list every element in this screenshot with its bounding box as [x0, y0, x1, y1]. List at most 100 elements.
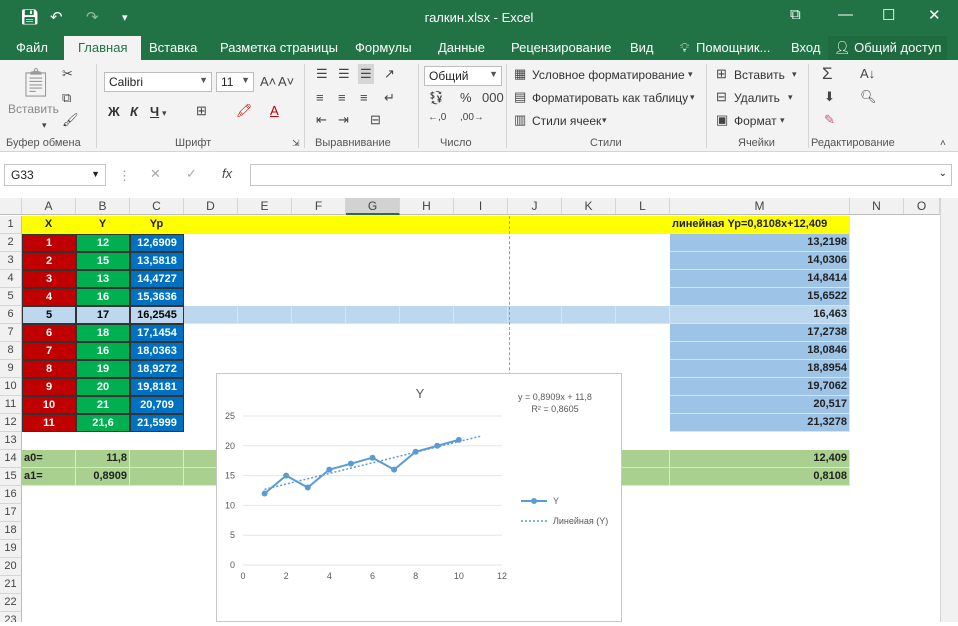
- table-row[interactable]: 4: [22, 288, 76, 306]
- m-a1-value[interactable]: 0,8108: [670, 468, 850, 486]
- header-cell[interactable]: X: [22, 216, 76, 234]
- table-row[interactable]: 13,5818: [130, 252, 184, 270]
- row-header-3[interactable]: 3: [0, 252, 22, 270]
- table-row[interactable]: 12: [76, 234, 130, 252]
- row-header-18[interactable]: 18: [0, 522, 22, 540]
- column-header-i[interactable]: I: [454, 198, 508, 215]
- align-top-icon[interactable]: ☰: [316, 66, 328, 82]
- insert-function-icon[interactable]: fx: [222, 166, 232, 181]
- table-row[interactable]: 12,6909: [130, 234, 184, 252]
- paste-button[interactable]: Вставить: [8, 102, 59, 116]
- row-header-21[interactable]: 21: [0, 576, 22, 594]
- header-cell[interactable]: Y: [76, 216, 130, 234]
- m-value-cell[interactable]: 20,517: [670, 396, 850, 414]
- tab-formulas[interactable]: Формулы: [355, 40, 412, 55]
- table-row[interactable]: 6: [22, 324, 76, 342]
- column-header-b[interactable]: B: [76, 198, 130, 215]
- coef-fill-cell[interactable]: [130, 450, 184, 468]
- confirm-entry-icon[interactable]: ✓: [186, 166, 197, 182]
- column-header-j[interactable]: J: [508, 198, 562, 215]
- format-as-table-button[interactable]: Форматировать как таблицу: [532, 91, 688, 105]
- find-select-icon[interactable]: 🔍︎: [860, 89, 877, 105]
- column-header-g[interactable]: G: [346, 198, 400, 215]
- tab-view[interactable]: Вид: [630, 40, 654, 55]
- italic-button[interactable]: К: [130, 104, 138, 119]
- table-row[interactable]: 21,6: [76, 414, 130, 432]
- clear-icon[interactable]: ✎: [824, 112, 835, 128]
- m-value-cell[interactable]: 17,2738: [670, 324, 850, 342]
- column-header-c[interactable]: C: [130, 198, 184, 215]
- table-row[interactable]: 19,8181: [130, 378, 184, 396]
- row-highlight-cell[interactable]: [346, 306, 400, 324]
- align-center-icon[interactable]: ≡: [338, 90, 346, 105]
- row-header-22[interactable]: 22: [0, 594, 22, 612]
- decrease-font-icon[interactable]: A˅: [278, 74, 294, 89]
- thousands-icon[interactable]: 000: [482, 90, 504, 105]
- share-button[interactable]: 👤︎ Общий доступ: [828, 36, 948, 60]
- header-fill-cell[interactable]: [184, 216, 238, 234]
- tab-data[interactable]: Данные: [438, 40, 485, 55]
- merge-cells-icon[interactable]: ⊟: [370, 112, 381, 128]
- align-left-icon[interactable]: ≡: [316, 90, 324, 105]
- table-row[interactable]: 3: [22, 270, 76, 288]
- table-row[interactable]: 15,3636: [130, 288, 184, 306]
- font-color-icon[interactable]: A: [270, 103, 279, 118]
- insert-cells-button[interactable]: Вставить: [734, 68, 785, 82]
- a0-value[interactable]: 11,8: [76, 450, 130, 468]
- currency-icon[interactable]: 💱︎: [428, 90, 445, 106]
- table-row[interactable]: 7: [22, 342, 76, 360]
- ribbon-display-icon[interactable]: ⧉: [790, 6, 801, 23]
- a0-label[interactable]: a0=: [22, 450, 76, 468]
- table-row[interactable]: 13: [76, 270, 130, 288]
- column-header-f[interactable]: F: [292, 198, 346, 215]
- header-fill-cell[interactable]: [238, 216, 292, 234]
- minimize-icon[interactable]: —: [838, 6, 853, 23]
- font-name-combo[interactable]: Calibri ▼: [104, 72, 212, 92]
- row-header-10[interactable]: 10: [0, 378, 22, 396]
- underline-button[interactable]: Ч: [150, 104, 159, 119]
- table-row[interactable]: 20: [76, 378, 130, 396]
- header-fill-cell[interactable]: [562, 216, 616, 234]
- row-header-14[interactable]: 14: [0, 450, 22, 468]
- table-row[interactable]: 1: [22, 234, 76, 252]
- tab-file[interactable]: Файл: [16, 40, 48, 55]
- header-fill-cell[interactable]: [346, 216, 400, 234]
- tab-home[interactable]: Главная: [64, 36, 142, 60]
- maximize-icon[interactable]: ☐: [882, 6, 895, 24]
- autosum-icon[interactable]: Σ: [822, 64, 833, 84]
- table-row[interactable]: 5: [22, 306, 76, 324]
- column-header-e[interactable]: E: [238, 198, 292, 215]
- table-row[interactable]: 16: [76, 342, 130, 360]
- decrease-decimal-icon[interactable]: ,00→: [460, 112, 484, 123]
- coef-fill-cell[interactable]: [616, 468, 670, 486]
- row-header-19[interactable]: 19: [0, 540, 22, 558]
- table-row[interactable]: 21,5999: [130, 414, 184, 432]
- row-header-20[interactable]: 20: [0, 558, 22, 576]
- m-value-cell[interactable]: 13,2198: [670, 234, 850, 252]
- row-header-13[interactable]: 13: [0, 432, 22, 450]
- table-row[interactable]: 19: [76, 360, 130, 378]
- row-header-4[interactable]: 4: [0, 270, 22, 288]
- table-row[interactable]: 16: [76, 288, 130, 306]
- cancel-entry-icon[interactable]: ✕: [150, 166, 161, 182]
- m-value-cell[interactable]: 16,463: [670, 306, 850, 324]
- row-highlight-cell[interactable]: [400, 306, 454, 324]
- table-row[interactable]: 15: [76, 252, 130, 270]
- wrap-text-icon[interactable]: ↵: [384, 90, 395, 106]
- column-header-o[interactable]: O: [904, 198, 940, 215]
- row-header-6[interactable]: 6: [0, 306, 22, 324]
- column-header-m[interactable]: M: [670, 198, 850, 215]
- table-row[interactable]: 2: [22, 252, 76, 270]
- m-a0-value[interactable]: 12,409: [670, 450, 850, 468]
- header-cell[interactable]: линейная Yp=0,8108x+12,409: [670, 216, 850, 234]
- align-middle-icon[interactable]: ☰: [338, 66, 350, 82]
- copy-icon[interactable]: ⧉: [62, 90, 71, 106]
- row-header-17[interactable]: 17: [0, 504, 22, 522]
- paste-dropdown-icon[interactable]: ▾: [42, 120, 47, 131]
- m-value-cell[interactable]: 18,0846: [670, 342, 850, 360]
- row-header-8[interactable]: 8: [0, 342, 22, 360]
- column-header-a[interactable]: A: [22, 198, 76, 215]
- m-value-cell[interactable]: 21,3278: [670, 414, 850, 432]
- row-highlight-cell[interactable]: [562, 306, 616, 324]
- vertical-scrollbar[interactable]: [940, 198, 958, 622]
